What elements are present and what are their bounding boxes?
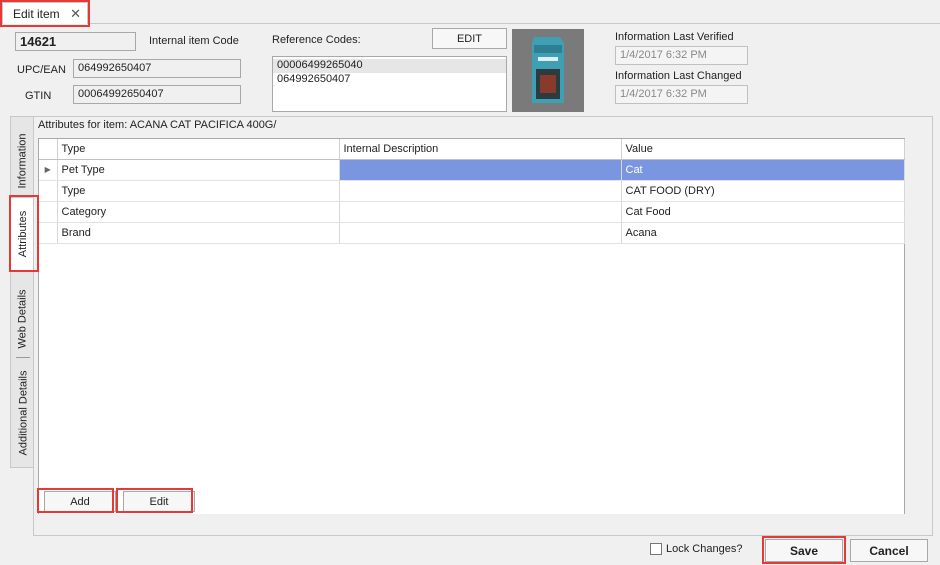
table-row[interactable]: Brand Acana xyxy=(39,222,905,244)
save-button[interactable]: Save xyxy=(765,539,843,562)
tab-additional-details-label: Additional Details xyxy=(17,370,29,456)
tab-information[interactable]: Information xyxy=(11,123,35,199)
cell-internal-description[interactable] xyxy=(339,159,622,181)
reference-code-item[interactable]: 064992650407 xyxy=(273,73,506,87)
reference-code-item[interactable]: 00006499265040 xyxy=(273,59,506,73)
tab-edit-item-label: Edit item xyxy=(13,6,60,21)
attributes-table: Type Internal Description Value ▶ Pet Ty… xyxy=(39,139,905,244)
column-header-value[interactable]: Value xyxy=(621,139,905,160)
tab-information-label: Information xyxy=(17,133,29,189)
row-indicator-header xyxy=(39,139,58,160)
tab-web-details[interactable]: Web Details xyxy=(11,281,35,357)
product-image xyxy=(512,29,584,112)
cell-value[interactable]: Cat xyxy=(621,159,905,181)
tab-web-details-label: Web Details xyxy=(17,289,30,349)
cell-internal-description[interactable] xyxy=(339,180,622,202)
cell-type[interactable]: Pet Type xyxy=(57,159,340,181)
item-header: 14621 Internal item Code UPC/EAN 0649926… xyxy=(0,25,940,117)
cell-type[interactable]: Category xyxy=(57,201,340,223)
cell-type[interactable]: Type xyxy=(57,180,340,202)
row-indicator-icon: ▶ xyxy=(39,159,58,181)
table-row[interactable]: ▶ Pet Type Cat xyxy=(39,159,905,181)
tab-attributes[interactable]: Attributes xyxy=(11,197,35,271)
tab-edit-item[interactable]: Edit item ✕ xyxy=(2,2,88,24)
cell-internal-description[interactable] xyxy=(339,222,622,244)
tab-separator xyxy=(16,357,30,358)
upc-label: UPC/EAN xyxy=(17,64,66,76)
row-indicator-cell xyxy=(39,222,58,244)
attributes-panel: Attributes for item: ACANA CAT PACIFICA … xyxy=(33,116,933,536)
cell-internal-description[interactable] xyxy=(339,201,622,223)
info-changed-label: Information Last Changed xyxy=(615,70,742,82)
reference-codes-list[interactable]: 00006499265040 064992650407 xyxy=(272,56,507,112)
tab-additional-details[interactable]: Additional Details xyxy=(11,363,35,463)
table-header-row: Type Internal Description Value xyxy=(39,139,905,160)
table-row[interactable]: Type CAT FOOD (DRY) xyxy=(39,180,905,202)
table-row[interactable]: Category Cat Food xyxy=(39,201,905,223)
attributes-title: Attributes for item: ACANA CAT PACIFICA … xyxy=(38,119,277,131)
edit-attribute-button[interactable]: Edit xyxy=(123,491,195,512)
tab-attributes-label: Attributes xyxy=(17,210,29,258)
info-changed-field: 1/4/2017 6:32 PM xyxy=(615,85,748,104)
column-header-type[interactable]: Type xyxy=(57,139,340,160)
row-indicator-cell xyxy=(39,201,58,223)
side-tab-strip: Information Attributes Web Details Addit… xyxy=(10,116,35,468)
reference-codes-label: Reference Codes: xyxy=(272,34,361,46)
close-icon[interactable]: ✕ xyxy=(70,6,81,22)
dialog-footer: Lock Changes? Save Cancel xyxy=(0,536,940,565)
item-code-field[interactable]: 14621 xyxy=(15,32,136,51)
cell-type[interactable]: Brand xyxy=(57,222,340,244)
info-verified-label: Information Last Verified xyxy=(615,31,734,43)
gtin-field[interactable]: 00064992650407 xyxy=(73,85,241,104)
lock-changes-checkbox[interactable] xyxy=(650,543,662,555)
grid-footer: Add Edit xyxy=(39,491,904,514)
item-code-label: Internal item Code xyxy=(149,35,239,47)
cell-value[interactable]: Acana xyxy=(621,222,905,244)
info-verified-field: 1/4/2017 6:32 PM xyxy=(615,46,748,65)
column-header-internal-description[interactable]: Internal Description xyxy=(339,139,622,160)
document-tabstrip: Edit item ✕ xyxy=(0,0,940,24)
cell-value[interactable]: CAT FOOD (DRY) xyxy=(621,180,905,202)
cancel-button[interactable]: Cancel xyxy=(850,539,928,562)
gtin-label: GTIN xyxy=(25,90,52,102)
add-attribute-button[interactable]: Add xyxy=(44,491,116,512)
lock-changes-label: Lock Changes? xyxy=(666,543,743,555)
product-bag-icon xyxy=(512,29,584,112)
reference-edit-button[interactable]: EDIT xyxy=(432,28,507,49)
cell-value[interactable]: Cat Food xyxy=(621,201,905,223)
row-indicator-cell xyxy=(39,180,58,202)
attributes-grid: Type Internal Description Value ▶ Pet Ty… xyxy=(38,138,905,514)
upc-field[interactable]: 064992650407 xyxy=(73,59,241,78)
